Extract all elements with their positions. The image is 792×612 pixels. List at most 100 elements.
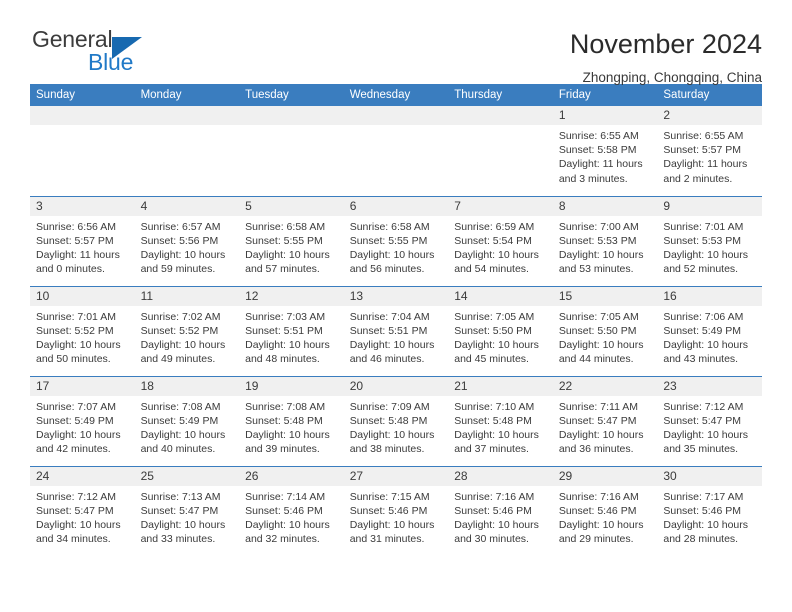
- calendar-day-cell[interactable]: 3 Sunrise: 6:56 AM Sunset: 5:57 PM Daylight…: [30, 195, 135, 286]
- sunset-text: Sunset: 5:51 PM: [245, 324, 323, 337]
- daylight-text-line1: Daylight: 10 hours: [454, 338, 539, 351]
- daylight-text-line1: Daylight: 10 hours: [454, 248, 539, 261]
- day-number: 16: [657, 286, 762, 306]
- daylight-text-line2: and 34 minutes.: [36, 533, 111, 546]
- sunset-text: Sunset: 5:56 PM: [140, 234, 219, 247]
- calendar-day-cell[interactable]: 18 Sunrise: 7:08 AM Sunset: 5:49 PM Dayligh…: [134, 375, 240, 466]
- day-number: [239, 106, 344, 125]
- daylight-text-line2: and 30 minutes.: [454, 533, 529, 546]
- calendar-day-cell[interactable]: 24 Sunrise: 7:12 AM Sunset: 5:47 PM Dayligh…: [30, 465, 135, 556]
- calendar-day-cell[interactable]: 22 Sunrise: 7:11 AM Sunset: 5:47 PM Dayligh…: [552, 375, 658, 466]
- brand-logo[interactable]: General Blue: [30, 28, 160, 82]
- daylight-text-line1: Daylight: 10 hours: [558, 428, 644, 441]
- calendar-day-cell[interactable]: 7 Sunrise: 6:59 AM Sunset: 5:54 PM Daylight…: [448, 195, 553, 286]
- daylight-text-line1: Daylight: 10 hours: [663, 428, 749, 441]
- daylight-text-line2: and 43 minutes.: [663, 353, 739, 366]
- daylight-text-line2: and 35 minutes.: [663, 443, 739, 456]
- brand-name-general: General: [32, 26, 113, 52]
- sunrise-text: Sunrise: 7:09 AM: [349, 400, 430, 413]
- calendar-day-cell[interactable]: 15 Sunrise: 7:05 AM Sunset: 5:50 PM Dayligh…: [552, 285, 658, 376]
- daylight-text-line2: and 36 minutes.: [558, 443, 634, 456]
- calendar-day-cell[interactable]: 14 Sunrise: 7:05 AM Sunset: 5:50 PM Dayligh…: [448, 285, 553, 376]
- daylight-text-line1: Daylight: 10 hours: [663, 518, 749, 531]
- day-number: [134, 106, 240, 125]
- calendar-body: 1 Sunrise: 6:55 AM Sunset: 5:58 PM Daylight…: [30, 106, 762, 556]
- sunrise-text: Sunrise: 7:04 AM: [349, 310, 430, 323]
- day-details: Sunrise: 7:08 AM Sunset: 5:48 PM Daylight:…: [239, 396, 344, 457]
- calendar-week-row: 10 Sunrise: 7:01 AM Sunset: 5:52 PM Dayligh…: [30, 285, 762, 376]
- sunrise-text: Sunrise: 7:07 AM: [36, 400, 116, 413]
- day-details: Sunrise: 7:12 AM Sunset: 5:47 PM Daylight:…: [30, 486, 135, 547]
- calendar-day-cell[interactable]: 1 Sunrise: 6:55 AM Sunset: 5:58 PM Daylight…: [552, 106, 658, 196]
- day-number: 9: [657, 196, 762, 216]
- weekday-header-saturday: Saturday: [657, 84, 762, 106]
- daylight-text-line1: Daylight: 10 hours: [36, 428, 121, 441]
- calendar-day-cell[interactable]: 21 Sunrise: 7:10 AM Sunset: 5:48 PM Dayligh…: [448, 375, 553, 466]
- calendar-day-cell[interactable]: 2 Sunrise: 6:55 AM Sunset: 5:57 PM Daylight…: [657, 106, 762, 196]
- daylight-text-line2: and 53 minutes.: [558, 263, 634, 276]
- calendar-day-cell[interactable]: 16 Sunrise: 7:06 AM Sunset: 5:49 PM Dayligh…: [657, 285, 762, 376]
- day-details: Sunrise: 7:17 AM Sunset: 5:46 PM Daylight:…: [657, 486, 762, 547]
- sunset-text: Sunset: 5:46 PM: [663, 504, 742, 517]
- day-number: 21: [448, 376, 553, 396]
- calendar-day-cell[interactable]: 13 Sunrise: 7:04 AM Sunset: 5:51 PM Dayligh…: [343, 285, 449, 376]
- calendar-day-cell[interactable]: 29 Sunrise: 7:16 AM Sunset: 5:46 PM Dayligh…: [552, 465, 658, 556]
- calendar-day-cell[interactable]: 5 Sunrise: 6:58 AM Sunset: 5:55 PM Daylight…: [239, 195, 344, 286]
- calendar-day-cell[interactable]: 17 Sunrise: 7:07 AM Sunset: 5:49 PM Dayligh…: [30, 375, 135, 466]
- sunrise-text: Sunrise: 7:08 AM: [245, 400, 326, 413]
- daylight-text-line1: Daylight: 10 hours: [349, 518, 435, 531]
- calendar-day-cell[interactable]: 25 Sunrise: 7:13 AM Sunset: 5:47 PM Dayligh…: [134, 465, 240, 556]
- day-details: Sunrise: 7:00 AM Sunset: 5:53 PM Daylight:…: [553, 216, 658, 277]
- calendar-day-cell[interactable]: 26 Sunrise: 7:14 AM Sunset: 5:46 PM Dayligh…: [239, 465, 344, 556]
- sunrise-text: Sunrise: 7:05 AM: [558, 310, 639, 323]
- calendar-day-cell[interactable]: 30 Sunrise: 7:17 AM Sunset: 5:46 PM Dayligh…: [657, 465, 762, 556]
- daylight-text-line2: and 28 minutes.: [663, 533, 739, 546]
- calendar-day-cell[interactable]: 23 Sunrise: 7:12 AM Sunset: 5:47 PM Dayligh…: [657, 375, 762, 466]
- sunset-text: Sunset: 5:52 PM: [140, 324, 219, 337]
- calendar-day-cell[interactable]: 6 Sunrise: 6:58 AM Sunset: 5:55 PM Daylight…: [343, 195, 449, 286]
- calendar-day-cell[interactable]: 9 Sunrise: 7:01 AM Sunset: 5:53 PM Daylight…: [657, 195, 762, 286]
- daylight-text-line2: and 2 minutes.: [663, 172, 733, 185]
- day-number: 30: [657, 466, 762, 486]
- calendar-day-cell[interactable]: 28 Sunrise: 7:16 AM Sunset: 5:46 PM Dayligh…: [448, 465, 553, 556]
- day-details: Sunrise: 7:13 AM Sunset: 5:47 PM Daylight:…: [135, 486, 240, 547]
- daylight-text-line2: and 48 minutes.: [245, 353, 320, 366]
- day-details: Sunrise: 7:15 AM Sunset: 5:46 PM Daylight:…: [344, 486, 449, 547]
- daylight-text-line1: Daylight: 10 hours: [558, 338, 644, 351]
- day-details: Sunrise: 7:04 AM Sunset: 5:51 PM Daylight:…: [344, 306, 449, 367]
- calendar-day-cell[interactable]: 19 Sunrise: 7:08 AM Sunset: 5:48 PM Dayligh…: [239, 375, 344, 466]
- day-number: 1: [552, 106, 658, 125]
- sunset-text: Sunset: 5:46 PM: [245, 504, 323, 517]
- sunrise-text: Sunrise: 7:14 AM: [245, 490, 326, 503]
- sunrise-text: Sunrise: 7:03 AM: [245, 310, 326, 323]
- sunset-text: Sunset: 5:48 PM: [454, 414, 532, 427]
- sunset-text: Sunset: 5:46 PM: [349, 504, 428, 517]
- calendar-day-cell[interactable]: 10 Sunrise: 7:01 AM Sunset: 5:52 PM Dayligh…: [30, 285, 135, 376]
- day-details: Sunrise: 7:16 AM Sunset: 5:46 PM Daylight:…: [553, 486, 658, 547]
- daylight-text-line1: Daylight: 10 hours: [245, 518, 330, 531]
- sunset-text: Sunset: 5:49 PM: [36, 414, 114, 427]
- daylight-text-line2: and 38 minutes.: [349, 443, 425, 456]
- day-number: 2: [657, 106, 762, 125]
- weekday-header-monday: Monday: [134, 84, 240, 106]
- calendar-day-cell[interactable]: 20 Sunrise: 7:09 AM Sunset: 5:48 PM Dayligh…: [343, 375, 449, 466]
- sunset-text: Sunset: 5:55 PM: [349, 234, 428, 247]
- day-number: 8: [552, 196, 658, 216]
- day-details: Sunrise: 6:56 AM Sunset: 5:57 PM Daylight:…: [30, 216, 135, 277]
- day-number: 20: [343, 376, 449, 396]
- calendar-day-cell[interactable]: 27 Sunrise: 7:15 AM Sunset: 5:46 PM Dayligh…: [343, 465, 449, 556]
- sunset-text: Sunset: 5:47 PM: [663, 414, 742, 427]
- day-details: Sunrise: 6:59 AM Sunset: 5:54 PM Daylight:…: [448, 216, 553, 277]
- sunrise-text: Sunrise: 6:58 AM: [245, 220, 326, 233]
- sunset-text: Sunset: 5:57 PM: [36, 234, 114, 247]
- day-details: Sunrise: 7:06 AM Sunset: 5:49 PM Daylight:…: [657, 306, 762, 367]
- sunrise-text: Sunrise: 6:55 AM: [558, 130, 639, 142]
- calendar-day-cell[interactable]: 4 Sunrise: 6:57 AM Sunset: 5:56 PM Daylight…: [134, 195, 240, 286]
- day-details: Sunrise: 7:10 AM Sunset: 5:48 PM Daylight:…: [448, 396, 553, 457]
- calendar-day-cell[interactable]: 11 Sunrise: 7:02 AM Sunset: 5:52 PM Dayligh…: [134, 285, 240, 376]
- weekday-header-tuesday: Tuesday: [239, 84, 344, 106]
- day-number: [343, 106, 449, 125]
- calendar-day-cell[interactable]: 8 Sunrise: 7:00 AM Sunset: 5:53 PM Daylight…: [552, 195, 658, 286]
- calendar-day-cell[interactable]: 12 Sunrise: 7:03 AM Sunset: 5:51 PM Dayligh…: [239, 285, 344, 376]
- sunset-text: Sunset: 5:53 PM: [558, 234, 637, 247]
